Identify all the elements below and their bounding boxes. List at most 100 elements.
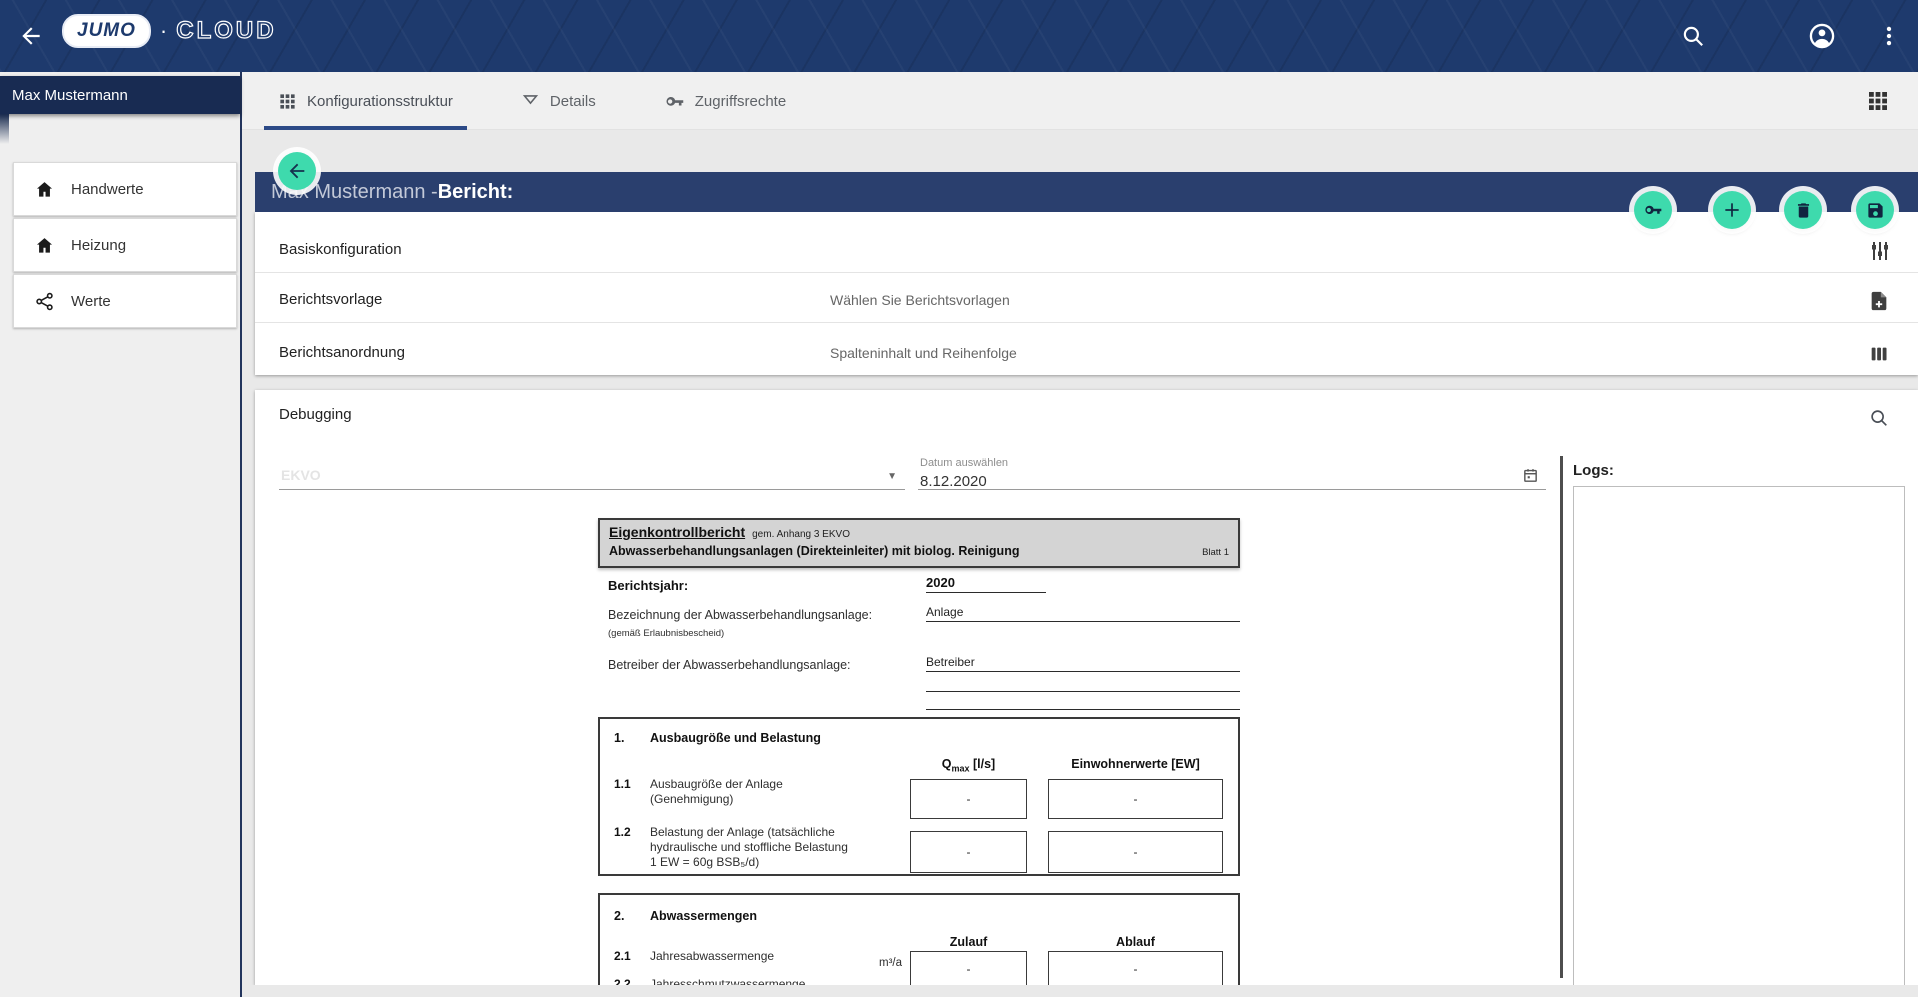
home-icon	[34, 179, 55, 200]
grid-icon	[278, 92, 297, 111]
account-circle-icon	[1808, 22, 1838, 50]
row-number: 1.2	[614, 825, 631, 839]
column-header-zulauf: Zulauf	[896, 935, 1041, 949]
column-header-qmax: Qmax [l/s]	[896, 757, 1041, 774]
section-number: 1.	[614, 731, 624, 745]
tab-zugriffsrechte[interactable]: Zugriffsrechte	[650, 72, 800, 130]
tab-bar: Konfigurationsstruktur Details Zugriffsr…	[242, 72, 1918, 130]
configuration-card: Basiskonfiguration Berichtsvorlage Wähle…	[255, 212, 1918, 375]
logo-dot: ·	[160, 18, 167, 44]
tab-details[interactable]: Details	[507, 72, 610, 130]
section-2-box: 2. Abwassermengen Zulauf Ablauf 2.1 Jahr…	[598, 893, 1240, 985]
tune-sliders-icon[interactable]	[1868, 238, 1894, 264]
row-description: Jahresabwassermenge	[650, 949, 774, 964]
report-sheet-number: Blatt 1	[1202, 547, 1229, 558]
row-description: Ausbaugröße der Anlage(Genehmigung)	[650, 777, 783, 807]
key-icon	[664, 91, 685, 112]
logs-label: Logs:	[1573, 462, 1614, 479]
delete-fab[interactable]	[1784, 191, 1822, 229]
sidebar-header-shadow	[0, 114, 9, 144]
column-header-ew: Einwohnerwerte [EW]	[1048, 757, 1223, 771]
sidebar-item-label: Handwerte	[71, 181, 144, 198]
add-fab[interactable]	[1713, 191, 1751, 229]
report-header-box: Eigenkontrollbericht gem. Anhang 3 EKVO …	[598, 518, 1240, 568]
operator-label: Betreiber der Abwasserbehandlungsanlage:	[608, 658, 851, 672]
content-area: Max Mustermann - Bericht:	[242, 130, 1918, 997]
section-1-box: 1. Ausbaugröße und Belastung Qmax [l/s] …	[598, 717, 1240, 876]
cloud-logo-text: CLOUD	[176, 17, 276, 45]
value-box: -	[1048, 951, 1223, 985]
unit-label: m³/a	[848, 957, 902, 969]
plus-icon	[1722, 200, 1742, 220]
section-title: Ausbaugröße und Belastung	[650, 731, 821, 745]
plant-name-note: (gemäß Erlaubnisbescheid)	[608, 628, 724, 639]
row-number: 2.1	[614, 949, 631, 963]
report-title: Eigenkontrollbericht	[609, 524, 745, 540]
value-box: -	[910, 951, 1027, 985]
tab-label: Details	[550, 93, 596, 110]
jumo-cloud-logo: JUMO · CLOUD	[62, 14, 277, 48]
row-label: Berichtsanordnung	[279, 344, 405, 361]
debugging-card: Debugging EKVO ▼ Datum auswählen 8.12.20…	[255, 390, 1918, 985]
sidebar-item-handwerte[interactable]: Handwerte	[13, 162, 237, 216]
row-value: Spalteninhalt und Reihenfolge	[830, 345, 1017, 361]
date-value: 8.12.2020	[920, 473, 987, 490]
note-add-icon[interactable]	[1868, 288, 1894, 314]
row-value: Wählen Sie Berichtsvorlagen	[830, 292, 1010, 308]
sidebar-nav: Handwerte Heizung Werte	[0, 162, 240, 328]
column-header-ablauf: Ablauf	[1048, 935, 1223, 949]
arrow-left-icon	[286, 160, 308, 182]
row-label: Basiskonfiguration	[279, 241, 402, 258]
sidebar-item-werte[interactable]: Werte	[13, 274, 237, 328]
sidebar-item-label: Werte	[71, 293, 111, 310]
arrow-left-icon	[18, 23, 54, 49]
value-box: -	[1048, 831, 1223, 873]
report-select[interactable]: EKVO ▼	[279, 446, 905, 490]
plant-name-label: Bezeichnung der Abwasserbehandlungsanlag…	[608, 608, 872, 622]
calendar-icon[interactable]	[1522, 466, 1540, 484]
sidebar-item-label: Heizung	[71, 237, 126, 254]
appbar-search-button[interactable]	[1680, 21, 1710, 51]
value-box: -	[1048, 779, 1223, 819]
bottom-background-strip	[242, 985, 1918, 997]
save-fab[interactable]	[1856, 191, 1894, 229]
row-description: Jahresschmutzwassermenge	[650, 977, 805, 985]
columns-icon[interactable]	[1868, 341, 1894, 367]
jumo-cloud-app: JUMO · CLOUD Max Mustermann	[0, 0, 1918, 997]
row-basiskonfiguration[interactable]: Basiskonfiguration	[255, 212, 1918, 273]
overflow-menu-button[interactable]	[1876, 21, 1906, 51]
blank-underline	[926, 691, 1240, 692]
row-berichtsvorlage[interactable]: Berichtsvorlage Wählen Sie Berichtsvorla…	[255, 273, 1918, 323]
blank-underline	[926, 709, 1240, 710]
plant-name-value: Anlage	[926, 605, 1240, 622]
date-label: Datum auswählen	[920, 457, 1008, 469]
select-value: EKVO	[281, 467, 321, 483]
share-icon	[34, 291, 55, 312]
account-button[interactable]	[1808, 21, 1838, 51]
operator-value: Betreiber	[926, 655, 1240, 672]
tab-konfigurationsstruktur[interactable]: Konfigurationsstruktur	[264, 72, 467, 130]
sidebar-user-header: Max Mustermann	[0, 76, 240, 114]
key-icon	[1643, 200, 1663, 220]
sidebar-item-heizung[interactable]: Heizung	[13, 218, 237, 272]
appbar-back-button[interactable]	[18, 18, 54, 54]
section-number: 2.	[614, 909, 624, 923]
debugging-title: Debugging	[279, 406, 352, 423]
access-rights-fab[interactable]	[1634, 191, 1672, 229]
date-picker-field[interactable]: Datum auswählen 8.12.2020	[918, 438, 1546, 490]
content-back-fab[interactable]	[278, 152, 316, 190]
search-icon	[1680, 23, 1710, 49]
tab-label: Konfigurationsstruktur	[307, 93, 453, 110]
trash-icon	[1794, 201, 1813, 220]
jumo-logo-pill: JUMO	[62, 14, 151, 48]
logs-output-box	[1573, 486, 1905, 985]
grid-view-button[interactable]	[1866, 88, 1892, 114]
kebab-menu-icon	[1876, 23, 1906, 49]
logs-divider	[1560, 456, 1563, 978]
main-area: Konfigurationsstruktur Details Zugriffsr…	[242, 72, 1918, 997]
search-icon[interactable]	[1868, 406, 1892, 430]
row-berichtsanordnung[interactable]: Berichtsanordnung Spalteninhalt und Reih…	[255, 323, 1918, 375]
app-bar: JUMO · CLOUD	[0, 0, 1918, 72]
save-icon	[1866, 201, 1885, 220]
row-label: Berichtsvorlage	[279, 291, 382, 308]
